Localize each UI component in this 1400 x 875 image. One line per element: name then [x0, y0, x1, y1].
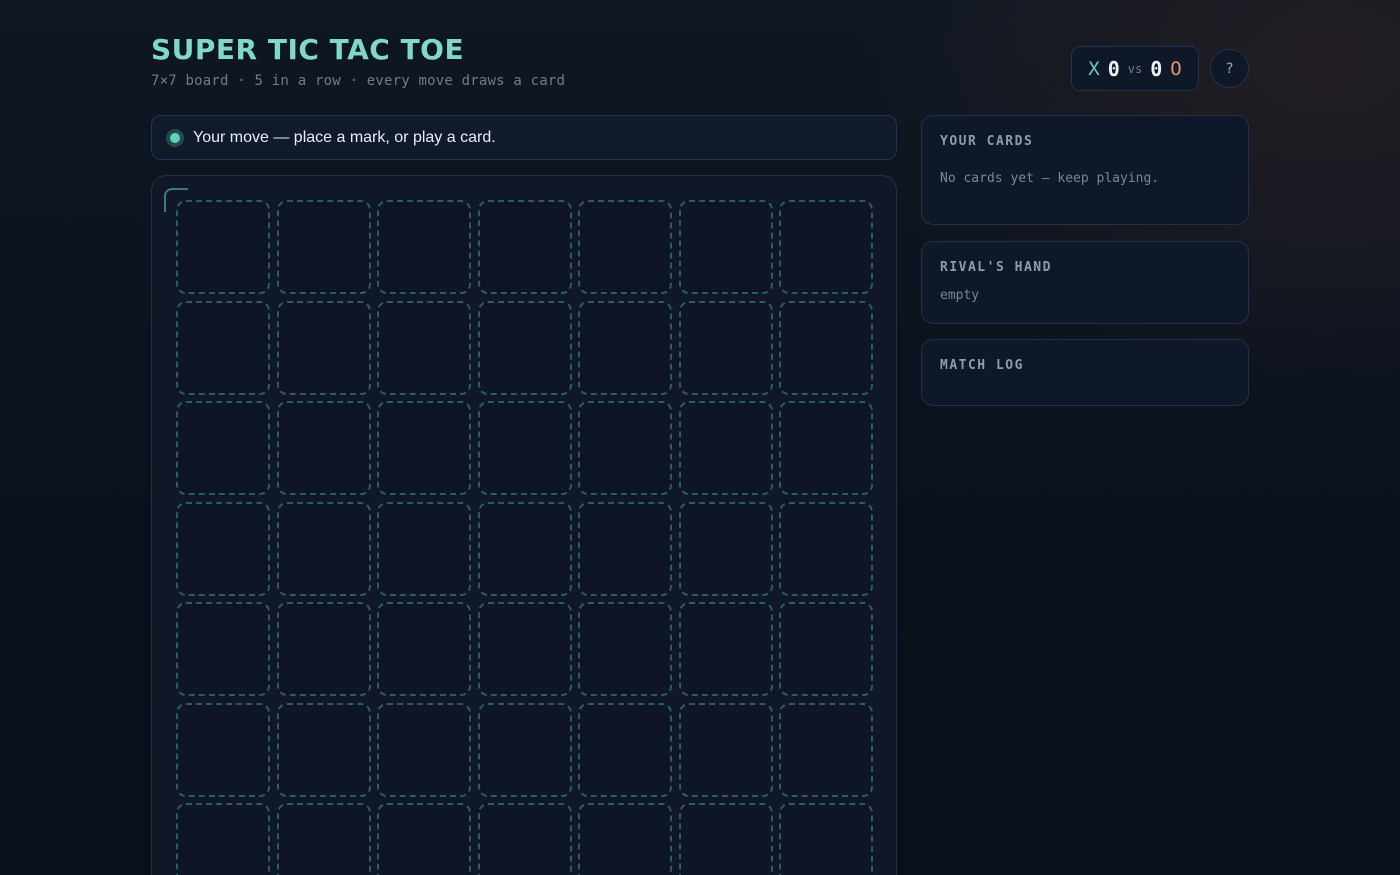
- board-cell-r7-c3[interactable]: [377, 803, 471, 875]
- board-cell-r7-c6[interactable]: [678, 803, 773, 875]
- board-cell-r3-c4[interactable]: [477, 401, 572, 495]
- board-cell-r2-c5[interactable]: [578, 300, 672, 395]
- board-cell-r7-c5[interactable]: [578, 803, 672, 875]
- board-cell-r3-c5[interactable]: [578, 401, 672, 495]
- board-cell-r2-c1[interactable]: [176, 300, 270, 395]
- board-cell-r7-c1[interactable]: [176, 803, 270, 875]
- board-cell-r3-c6[interactable]: [678, 401, 773, 495]
- board-cell-r3-c7[interactable]: [779, 401, 873, 495]
- board-cell-r3-c1[interactable]: [176, 401, 270, 495]
- vs-label: vs: [1127, 61, 1143, 76]
- rivals-hand-text: empty: [940, 288, 980, 303]
- board-cell-r1-c2[interactable]: [276, 200, 371, 294]
- board-cell-r4-c5[interactable]: [578, 501, 672, 596]
- o-score: 0: [1150, 56, 1163, 81]
- board-cell-r5-c1[interactable]: [176, 602, 270, 696]
- your-cards-title: YOUR CARDS: [940, 134, 1034, 149]
- x-player-label: X: [1088, 57, 1100, 80]
- board-cell-r1-c7[interactable]: [779, 200, 873, 294]
- rivals-hand-title: RIVAL'S HAND: [940, 260, 1052, 275]
- board-cell-r1-c1[interactable]: [176, 200, 270, 294]
- rivals-hand-panel: RIVAL'S HAND empty: [921, 241, 1249, 324]
- o-player-label: O: [1170, 57, 1182, 80]
- board-cell-r2-c4[interactable]: [477, 300, 572, 395]
- board-cell-r2-c2[interactable]: [276, 300, 371, 395]
- board-cell-r6-c3[interactable]: [377, 702, 471, 797]
- board-cell-r3-c2[interactable]: [276, 401, 371, 495]
- board-cell-r3-c3[interactable]: [377, 401, 471, 495]
- board-cell-r4-c2[interactable]: [276, 501, 371, 596]
- board-cell-r1-c4[interactable]: [477, 200, 572, 294]
- match-log-panel: MATCH LOG: [921, 339, 1249, 406]
- board-cell-r4-c3[interactable]: [377, 501, 471, 596]
- board-cell-r6-c2[interactable]: [276, 702, 371, 797]
- board-cell-r5-c3[interactable]: [377, 602, 471, 696]
- board-cell-r6-c1[interactable]: [176, 702, 270, 797]
- board-cell-r6-c5[interactable]: [578, 702, 672, 797]
- game-board: [151, 175, 897, 875]
- board-cell-r4-c7[interactable]: [779, 501, 873, 596]
- board-cell-r6-c7[interactable]: [779, 702, 873, 797]
- board-cell-r6-c6[interactable]: [678, 702, 773, 797]
- board-cell-r1-c5[interactable]: [578, 200, 672, 294]
- board-cell-r7-c4[interactable]: [477, 803, 572, 875]
- status-bar: Your move — place a mark, or play a card…: [151, 115, 897, 160]
- game-subtitle: 7×7 board · 5 in a row · every move draw…: [151, 73, 566, 89]
- board-grid: [176, 200, 873, 875]
- board-cell-r2-c6[interactable]: [678, 300, 773, 395]
- board-cell-r5-c6[interactable]: [678, 602, 773, 696]
- status-text: Your move — place a mark, or play a card…: [193, 128, 496, 146]
- board-cell-r6-c4[interactable]: [477, 702, 572, 797]
- match-log-title: MATCH LOG: [940, 358, 1024, 373]
- board-cell-r1-c3[interactable]: [377, 200, 471, 294]
- board-cell-r5-c5[interactable]: [578, 602, 672, 696]
- help-button[interactable]: ?: [1210, 49, 1249, 88]
- board-cell-r4-c4[interactable]: [477, 501, 572, 596]
- board-cell-r7-c7[interactable]: [779, 803, 873, 875]
- board-cell-r1-c6[interactable]: [678, 200, 773, 294]
- board-cell-r7-c2[interactable]: [276, 803, 371, 875]
- board-cell-r2-c3[interactable]: [377, 300, 471, 395]
- board-cell-r5-c7[interactable]: [779, 602, 873, 696]
- your-cards-empty-text: No cards yet — keep playing.: [940, 171, 1160, 186]
- turn-indicator-icon: [166, 128, 184, 147]
- board-cell-r4-c6[interactable]: [678, 501, 773, 596]
- your-cards-panel: YOUR CARDS No cards yet — keep playing.: [921, 115, 1249, 225]
- board-cell-r4-c1[interactable]: [176, 501, 270, 596]
- game-title: SUPER TIC TAC TOE: [151, 33, 465, 66]
- board-cell-r5-c2[interactable]: [276, 602, 371, 696]
- scoreboard: X 0 vs 0 O: [1071, 46, 1199, 91]
- board-cell-r5-c4[interactable]: [477, 602, 572, 696]
- x-score: 0: [1107, 56, 1120, 81]
- board-cell-r2-c7[interactable]: [779, 300, 873, 395]
